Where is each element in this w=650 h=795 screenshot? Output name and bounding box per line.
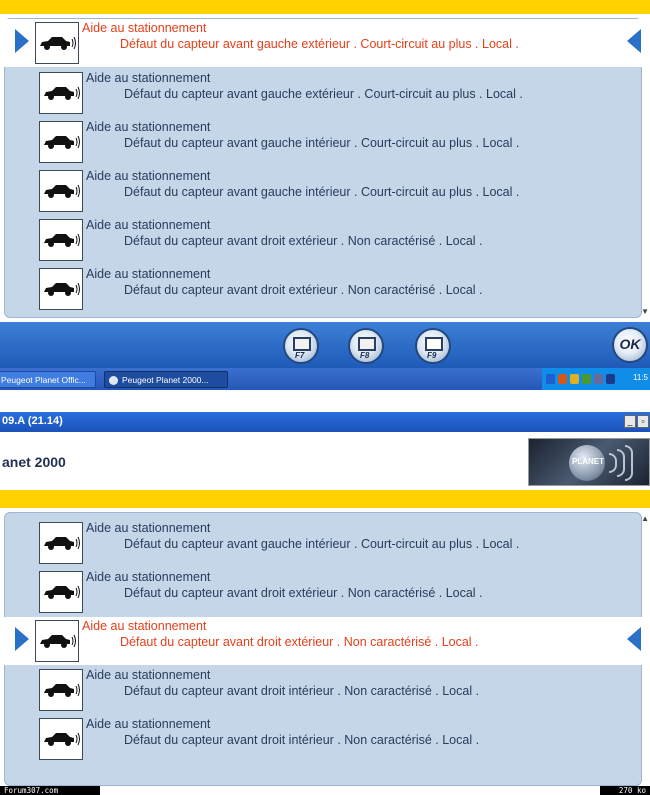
tray-icon[interactable]: [558, 374, 567, 384]
fault-detail: Défaut du capteur avant droit extérieur …: [120, 635, 479, 649]
fault-row[interactable]: Aide au stationnement Défaut du capteur …: [5, 715, 641, 763]
app-name: anet 2000: [2, 454, 66, 470]
tray-icon[interactable]: [594, 374, 603, 384]
signal-wave-icon: [625, 445, 633, 481]
f9-key-label: F9: [427, 351, 437, 360]
fault-title: Aide au stationnement: [86, 717, 211, 731]
parking-sensor-icon: [35, 22, 79, 64]
selection-arrow-right-icon: [15, 627, 29, 651]
parking-sensor-icon: [39, 268, 83, 310]
signal-wave-icon: [609, 453, 617, 473]
fault-list-top: Aide au stationnement Défaut du capteur …: [1, 18, 647, 318]
restore-icon[interactable]: ▫: [637, 415, 649, 428]
system-tray: 11:5: [542, 368, 650, 390]
parking-sensor-icon: [39, 121, 83, 163]
selection-arrow-left-icon: [627, 627, 641, 651]
fault-detail: Défaut du capteur avant gauche intérieur…: [124, 185, 520, 199]
fault-title: Aide au stationnement: [86, 120, 211, 134]
f9-button[interactable]: F9: [415, 328, 451, 364]
ok-button[interactable]: OK: [612, 327, 648, 363]
tray-icon[interactable]: [546, 374, 555, 384]
parking-sensor-icon: [39, 72, 83, 114]
fault-detail: Défaut du capteur avant droit intérieur …: [124, 684, 480, 698]
taskbar-item[interactable]: Peugeot Planet 2000...: [104, 371, 228, 388]
f8-button[interactable]: F8: [348, 328, 384, 364]
fault-panel-top: Aide au stationnement Défaut du capteur …: [0, 14, 650, 322]
taskbar-item[interactable]: Peugeot Planet Offic...: [0, 371, 96, 388]
exit-icon: [293, 337, 311, 351]
windows-taskbar: Peugeot Planet Offic... Peugeot Planet 2…: [0, 368, 650, 390]
fault-title: Aide au stationnement: [86, 71, 211, 85]
fault-detail: Défaut du capteur avant droit extérieur …: [124, 283, 483, 297]
fault-title: Aide au stationnement: [86, 570, 211, 584]
fault-list-bottom: Aide au stationnement Défaut du capteur …: [1, 512, 647, 786]
fault-detail: Défaut du capteur avant gauche extérieur…: [120, 37, 519, 51]
fault-title: Aide au stationnement: [86, 169, 211, 183]
fault-row[interactable]: Aide au stationnement Défaut du capteur …: [5, 118, 641, 166]
parking-sensor-icon: [39, 219, 83, 261]
fault-row[interactable]: Aide au stationnement Défaut du capteur …: [5, 568, 641, 616]
minimize-icon[interactable]: _: [624, 415, 636, 428]
fault-row[interactable]: Aide au stationnement Défaut du capteur …: [5, 216, 641, 264]
scroll-down-icon[interactable]: ▼: [641, 307, 649, 316]
tray-icon[interactable]: [570, 374, 579, 384]
function-key-toolbar: F7 F8 F9 OK: [0, 322, 650, 368]
fault-panel-bottom: Aide au stationnement Défaut du capteur …: [0, 508, 650, 786]
f8-key-label: F8: [360, 351, 370, 360]
fault-row[interactable]: Aide au stationnement Défaut du capteur …: [5, 265, 641, 313]
fault-row[interactable]: Aide au stationnement Défaut du capteur …: [5, 69, 641, 117]
f7-key-label: F7: [295, 351, 305, 360]
document-icon: [425, 337, 443, 351]
fault-row[interactable]: Aide au stationnement Défaut du capteur …: [5, 666, 641, 714]
clock: 11:5: [633, 373, 648, 382]
top-accent-band: [0, 0, 650, 14]
fault-row[interactable]: Aide au stationnement Défaut du capteur …: [5, 167, 641, 215]
parking-sensor-icon: [39, 571, 83, 613]
f7-button[interactable]: F7: [283, 328, 319, 364]
fault-title: Aide au stationnement: [86, 668, 211, 682]
fault-title: Aide au stationnement: [86, 218, 211, 232]
parking-sensor-icon: [39, 170, 83, 212]
tray-icon[interactable]: [606, 374, 615, 384]
fault-detail: Défaut du capteur avant gauche extérieur…: [124, 87, 523, 101]
scrollbar[interactable]: ▼: [641, 18, 650, 318]
fault-title: Aide au stationnement: [86, 267, 211, 281]
window-title-bar: 09.A (21.14) _ ▫: [0, 412, 650, 432]
scrollbar[interactable]: ▲: [641, 512, 650, 786]
fault-detail: Défaut du capteur avant gauche intérieur…: [124, 136, 520, 150]
logo-text: PLANET: [572, 457, 604, 466]
fault-row[interactable]: Aide au stationnement Défaut du capteur …: [1, 617, 647, 665]
selection-arrow-right-icon: [15, 29, 29, 53]
fault-detail: Défaut du capteur avant droit extérieur …: [124, 234, 483, 248]
fault-row[interactable]: Aide au stationnement Défaut du capteur …: [5, 519, 641, 567]
app-header: anet 2000 PLANET: [0, 432, 650, 490]
scroll-up-icon[interactable]: ▲: [641, 514, 649, 523]
parking-sensor-icon: [39, 718, 83, 760]
selection-arrow-left-icon: [627, 29, 641, 53]
fault-title: Aide au stationnement: [82, 619, 207, 633]
tray-icon[interactable]: [582, 374, 591, 384]
printer-icon: [358, 337, 376, 351]
parking-sensor-icon: [39, 669, 83, 711]
file-size-label: 270 ko: [600, 786, 650, 795]
fault-title: Aide au stationnement: [82, 21, 207, 35]
taskbar-item-label: Peugeot Planet 2000...: [122, 375, 209, 385]
fault-detail: Défaut du capteur avant gauche intérieur…: [124, 537, 520, 551]
app-icon: [109, 376, 118, 386]
window-title: 09.A (21.14): [2, 415, 63, 427]
signal-wave-icon: [617, 449, 625, 477]
planet-logo: PLANET: [528, 438, 650, 486]
fault-detail: Défaut du capteur avant droit extérieur …: [124, 586, 483, 600]
separator: [0, 390, 650, 412]
fault-title: Aide au stationnement: [86, 521, 211, 535]
fault-row[interactable]: Aide au stationnement Défaut du capteur …: [1, 19, 647, 67]
accent-band: [0, 490, 650, 508]
parking-sensor-icon: [35, 620, 79, 662]
forum-watermark: Forum307.com: [0, 786, 100, 795]
fault-detail: Défaut du capteur avant droit intérieur …: [124, 733, 480, 747]
parking-sensor-icon: [39, 522, 83, 564]
